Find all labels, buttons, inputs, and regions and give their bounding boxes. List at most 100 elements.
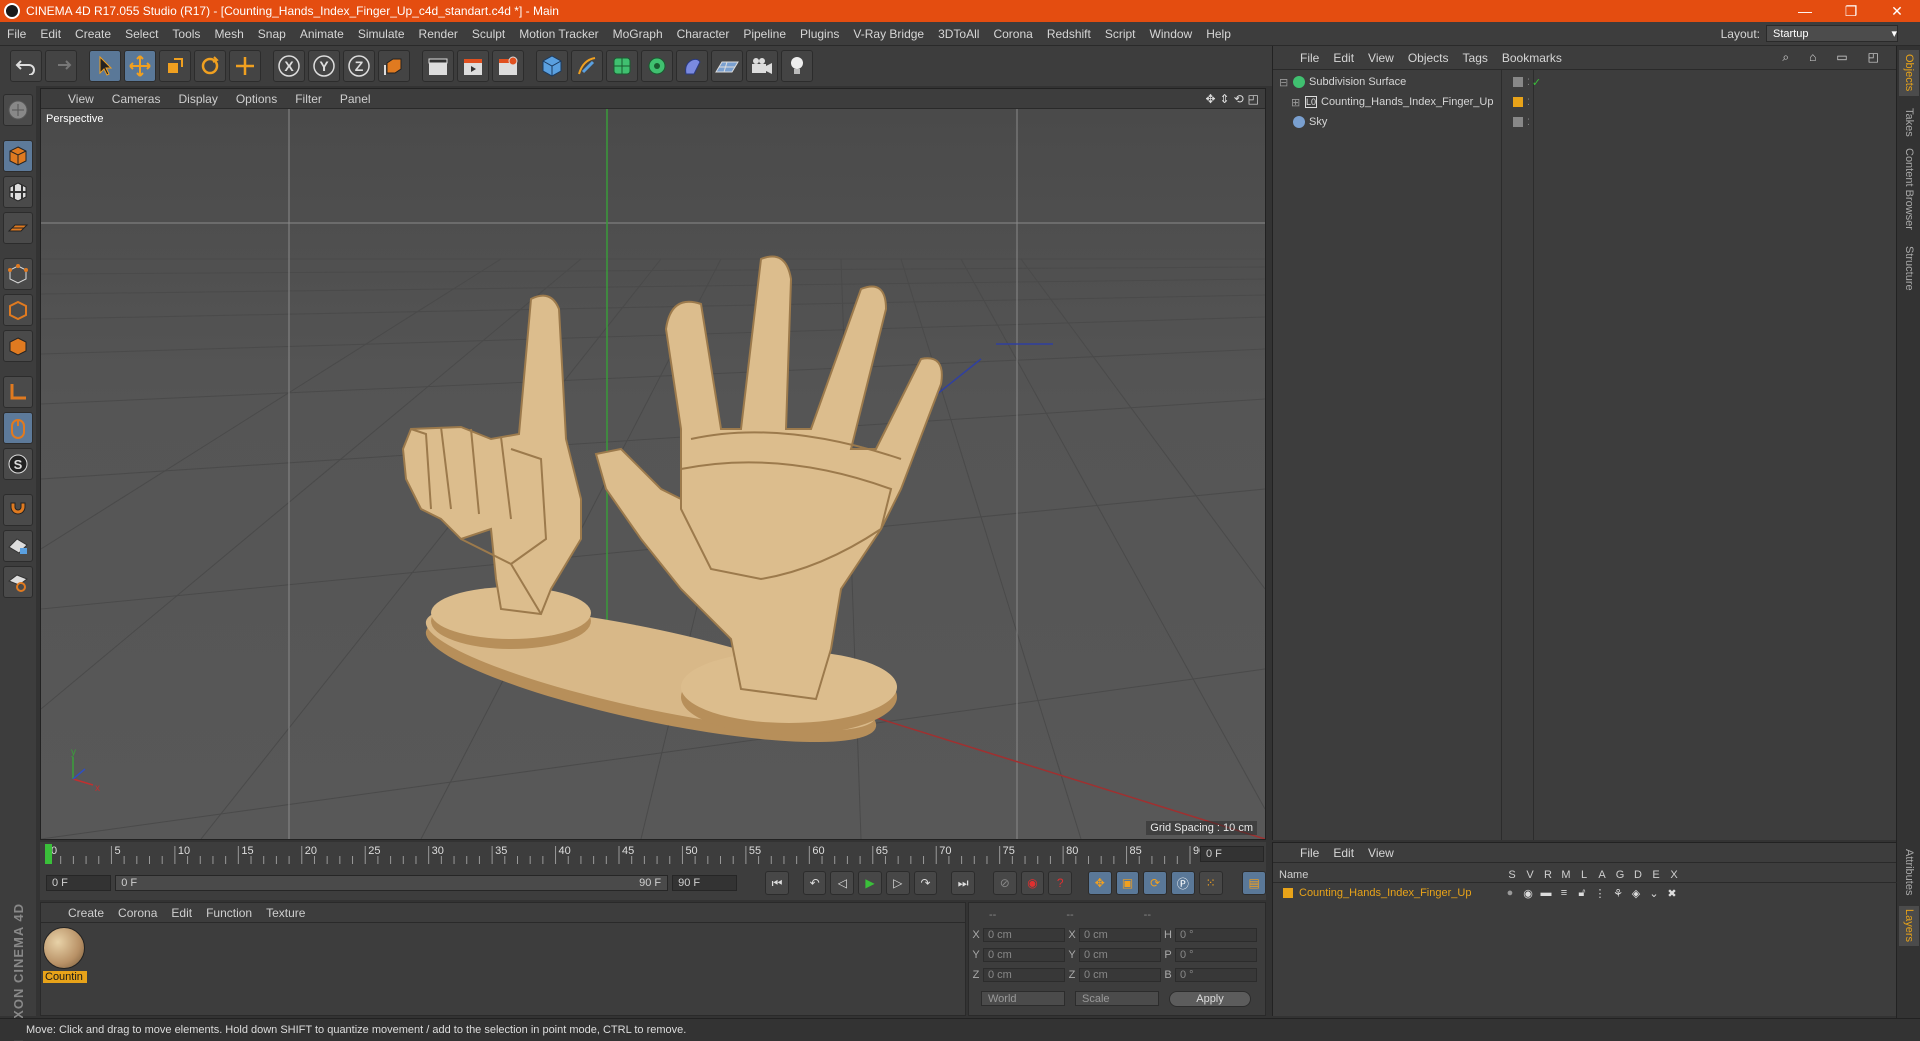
z-axis-button[interactable]: Z [343,50,375,82]
texture-mode-button[interactable] [3,176,33,208]
x-axis-button[interactable]: X [273,50,305,82]
objects-menu-edit[interactable]: Edit [1326,51,1361,65]
visibility-dots-icon[interactable]: ⁚ [1527,77,1530,88]
objects-menu-file[interactable]: File [1293,51,1326,65]
objects-menu-bookmarks[interactable]: Bookmarks [1495,51,1569,65]
xref-icon[interactable]: ✖ [1663,887,1681,900]
object-row-subdivision-surface[interactable]: ⊟ Subdivision Surface ⁚ ✓ [1273,72,1897,92]
make-editable-button[interactable] [3,94,33,126]
tab-objects[interactable]: Objects [1899,50,1919,96]
generators-icon[interactable]: ⚘ [1609,887,1627,900]
material-menu-function[interactable]: Function [199,906,259,920]
expand-toggle-icon[interactable]: ⊞ [1291,96,1301,109]
menu-pipeline[interactable]: Pipeline [736,27,793,41]
viewport-menu-panel[interactable]: Panel [331,92,380,106]
lock-icon[interactable]: 🔓︎ [1573,887,1591,900]
tab-content-browser[interactable]: Content Browser [1899,146,1919,232]
menu-sculpt[interactable]: Sculpt [465,27,512,41]
point-level-key-button[interactable]: ⁙ [1198,871,1223,895]
size-y-field[interactable]: 0 cm [1079,948,1161,962]
animation-icon[interactable]: ⋮ [1591,887,1609,900]
cube-object-button[interactable] [536,50,568,82]
visibility-dots-icon[interactable]: ⁚ [1527,97,1530,108]
home-icon[interactable]: ⌂ [1802,50,1823,65]
material-menu-corona[interactable]: Corona [111,906,164,920]
tab-layers[interactable]: Layers [1899,906,1919,946]
menu-file[interactable]: File [0,27,33,41]
menu-simulate[interactable]: Simulate [351,27,412,41]
layers-menu-edit[interactable]: Edit [1326,846,1361,860]
subdivision-surface-button[interactable] [606,50,638,82]
material-menu-create[interactable]: Create [61,906,111,920]
render-settings-button[interactable] [492,50,524,82]
menu-animate[interactable]: Animate [293,27,351,41]
size-x-field[interactable]: 0 cm [1079,928,1161,942]
previous-frame-button[interactable]: ◁ [830,871,855,895]
enabled-check-icon[interactable]: ✓ [1532,76,1541,89]
position-y-field[interactable]: 0 cm [983,948,1065,962]
record-keys-button[interactable]: ⊘ [992,871,1017,895]
viewport-menu-cameras[interactable]: Cameras [103,92,170,106]
pen-spline-button[interactable] [571,50,603,82]
polygons-mode-button[interactable] [3,330,33,362]
apply-button[interactable]: Apply [1169,991,1251,1007]
rotation-p-field[interactable]: 0 ° [1175,948,1257,962]
menu-plugins[interactable]: Plugins [793,27,846,41]
tab-structure[interactable]: Structure [1899,240,1919,296]
viewport-menu-filter[interactable]: Filter [286,92,331,106]
objects-menu-view[interactable]: View [1361,51,1401,65]
move-tool-button[interactable] [124,50,156,82]
menu-corona[interactable]: Corona [986,27,1039,41]
menu-mograph[interactable]: MoGraph [606,27,670,41]
light-button[interactable] [781,50,813,82]
layer-row[interactable]: Counting_Hands_Index_Finger_Up ● ◉ ▬ ≡ 🔓… [1273,885,1897,901]
layout-dropdown[interactable]: Startup ▾ [1766,25,1898,42]
camera-button[interactable] [746,50,778,82]
minimize-icon[interactable]: ▭ [1829,50,1854,65]
go-to-start-button[interactable]: ⏮ [765,871,789,895]
material-menu-edit[interactable]: Edit [164,906,199,920]
size-z-field[interactable]: 0 cm [1079,968,1161,982]
solo-dot-icon[interactable]: ● [1501,887,1519,899]
manager-icon[interactable]: ≡ [1555,887,1573,899]
maximize-view-icon[interactable]: ◰ [1248,92,1259,106]
menu-help[interactable]: Help [1199,27,1238,41]
next-frame-button[interactable]: ▷ [885,871,910,895]
tab-attributes[interactable]: Attributes [1899,844,1919,900]
model-mode-button[interactable] [3,140,33,172]
timeline-ruler[interactable]: 051015202530354045505560657075808590 0 F [40,842,1266,866]
recent-tool-button[interactable] [229,50,261,82]
workplane-mode-button[interactable] [3,212,33,244]
timeline-window-button[interactable]: ▤ [1242,871,1267,895]
rotation-key-button[interactable]: ⟳ [1143,871,1168,895]
deformers-icon[interactable]: ◈ [1627,887,1645,900]
menu-vray-bridge[interactable]: V-Ray Bridge [846,27,931,41]
menu-tools[interactable]: Tools [165,27,207,41]
axis-mode-button[interactable] [3,376,33,408]
objects-menu-objects[interactable]: Objects [1401,51,1456,65]
position-z-field[interactable]: 0 cm [983,968,1065,982]
menu-edit[interactable]: Edit [33,27,68,41]
dolly-icon[interactable]: ⇕ [1220,92,1230,106]
object-row-sky[interactable]: Sky ⁚ [1273,112,1897,132]
parameter-key-button[interactable]: Ⓟ [1171,871,1195,895]
start-frame-field[interactable]: 0 F [46,875,112,891]
object-row-counting-hands[interactable]: ⊞ L0 Counting_Hands_Index_Finger_Up ⁚ [1273,92,1897,112]
tab-takes[interactable]: Takes [1899,104,1919,140]
rotation-b-field[interactable]: 0 ° [1175,968,1257,982]
objects-menu-tags[interactable]: Tags [1456,51,1495,65]
deformer-button[interactable] [676,50,708,82]
viewport-canvas[interactable]: y x Perspective Grid Spacing : 10 cm [41,109,1265,839]
render-view-button[interactable] [422,50,454,82]
soft-selection-button[interactable]: S [3,448,33,480]
planar-workplane-button[interactable] [3,566,33,598]
menu-script[interactable]: Script [1098,27,1143,41]
layer-swatch-icon[interactable] [1513,117,1523,127]
play-button[interactable]: ▶ [858,871,882,895]
position-x-field[interactable]: 0 cm [983,928,1065,942]
current-frame-field[interactable]: 0 F [1200,846,1264,862]
pan-icon[interactable]: ✥ [1205,92,1215,106]
menu-mesh[interactable]: Mesh [207,27,250,41]
coordinate-space-dropdown[interactable]: World [981,991,1065,1006]
viewport-menu-view[interactable]: View [59,92,103,106]
